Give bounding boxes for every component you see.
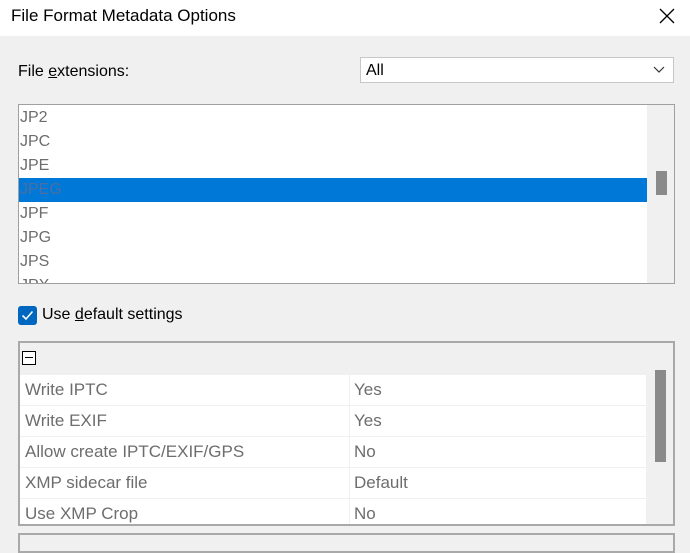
list-item[interactable]: JPE bbox=[19, 154, 648, 178]
title-bar: File Format Metadata Options bbox=[0, 0, 690, 36]
list-scrollbar-thumb[interactable] bbox=[656, 171, 667, 195]
cell-divider bbox=[349, 468, 350, 498]
cell-divider bbox=[349, 499, 350, 524]
list-scrollbar[interactable] bbox=[647, 105, 674, 283]
property-grid-scrollbar[interactable] bbox=[646, 343, 673, 524]
property-grid-scrollbar-thumb[interactable] bbox=[655, 370, 666, 462]
list-item[interactable]: JP2 bbox=[19, 106, 648, 130]
property-grid-category-header bbox=[20, 343, 648, 374]
property-row-allow-create[interactable]: Allow create IPTC/EXIF/GPS No bbox=[20, 436, 648, 467]
property-name: Write EXIF bbox=[25, 411, 107, 430]
extensions-list[interactable]: JP2 JPC JPE JPEG JPF JPG JPS JPX bbox=[18, 104, 675, 284]
cell-divider bbox=[349, 375, 350, 405]
list-item-selected[interactable]: JPEG bbox=[19, 178, 648, 202]
property-name: XMP sidecar file bbox=[25, 473, 148, 492]
property-name: Write IPTC bbox=[25, 380, 108, 399]
list-item[interactable]: JPS bbox=[19, 250, 648, 274]
property-value[interactable]: Default bbox=[354, 468, 408, 498]
description-panel bbox=[18, 533, 675, 553]
property-value[interactable]: Yes bbox=[354, 375, 382, 405]
file-extensions-selected-value: All bbox=[366, 62, 384, 79]
use-default-settings-label: Use default settings bbox=[42, 306, 183, 323]
file-format-metadata-options-dialog: File Format Metadata Options File extens… bbox=[0, 0, 690, 553]
property-row-xmp-sidecar[interactable]: XMP sidecar file Default bbox=[20, 467, 648, 498]
close-button[interactable] bbox=[644, 0, 690, 32]
checkbox-box[interactable] bbox=[18, 305, 37, 325]
cell-divider bbox=[349, 406, 350, 436]
list-item[interactable]: JPG bbox=[19, 226, 648, 250]
file-extensions-dropdown[interactable]: All bbox=[360, 57, 674, 83]
list-item[interactable]: JPC bbox=[19, 130, 648, 154]
list-item[interactable]: JPF bbox=[19, 202, 648, 226]
file-extensions-label: File extensions: bbox=[18, 63, 130, 80]
property-grid: Write IPTC Yes Write EXIF Yes Allow crea… bbox=[18, 341, 675, 526]
list-item[interactable]: JPX bbox=[19, 274, 648, 283]
property-name: Use XMP Crop bbox=[25, 504, 139, 523]
property-value[interactable]: Yes bbox=[354, 406, 382, 436]
checkmark-icon bbox=[21, 310, 34, 320]
property-name: Allow create IPTC/EXIF/GPS bbox=[25, 442, 245, 461]
chevron-down-icon bbox=[653, 66, 665, 73]
close-icon bbox=[659, 8, 675, 24]
property-value[interactable]: No bbox=[354, 499, 376, 524]
cell-divider bbox=[349, 437, 350, 467]
dialog-title: File Format Metadata Options bbox=[11, 6, 236, 25]
property-row-use-xmp-crop[interactable]: Use XMP Crop No bbox=[20, 498, 648, 524]
property-value[interactable]: No bbox=[354, 437, 376, 467]
use-default-settings-checkbox[interactable]: Use default settings bbox=[18, 305, 183, 325]
property-row-write-iptc[interactable]: Write IPTC Yes bbox=[20, 374, 648, 405]
property-row-write-exif[interactable]: Write EXIF Yes bbox=[20, 405, 648, 436]
collapse-icon[interactable] bbox=[22, 351, 36, 365]
